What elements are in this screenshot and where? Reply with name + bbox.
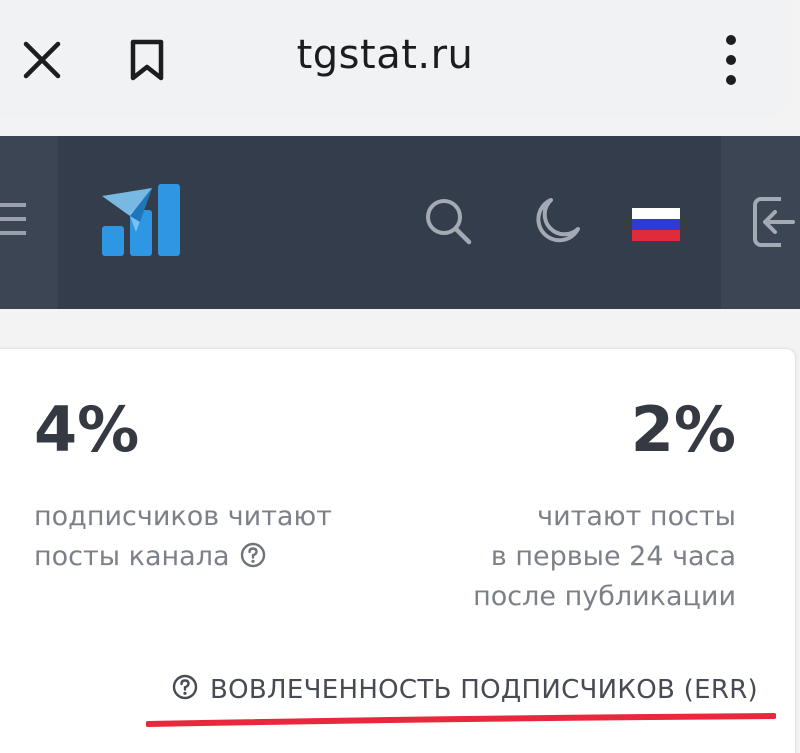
first-day-read-description: читают посты в первые 24 часа после публ… [376,497,736,617]
red-underline-annotation [146,713,776,727]
help-icon[interactable] [240,542,266,568]
search-icon[interactable] [424,197,472,245]
url-text[interactable]: tgstat.ru [260,32,510,78]
subscribers-read-percent: 4% [34,393,140,466]
help-icon[interactable] [172,674,198,700]
desc-right-line2: в первые 24 часа [490,541,736,572]
bookmark-icon[interactable] [127,38,167,82]
tgstat-logo-icon[interactable] [100,182,182,258]
desc-right-line1: читают посты [537,501,736,532]
subscribers-read-description: подписчиков читают посты канала [34,497,374,577]
login-icon [753,196,800,248]
hamburger-icon [0,203,26,235]
hamburger-button[interactable] [0,136,58,309]
moon-icon[interactable] [529,197,581,245]
russia-flag-icon[interactable] [632,208,680,241]
desc-left-line1: подписчиков читают [34,501,332,532]
login-button[interactable] [721,136,800,309]
first-day-read-percent: 2% [630,393,736,466]
close-icon[interactable] [22,40,62,80]
desc-right-line3: после публикации [473,581,736,612]
desc-left-line2-row: посты канала [34,537,374,577]
err-label-row[interactable]: ВОВЛЕЧЕННОСТЬ ПОДПИСЧИКОВ (ERR) [172,674,758,705]
page: tgstat.ru 4% 2% подписчиков читают посты… [0,0,800,753]
desc-left-line2: посты канала [34,541,230,572]
more-vert-icon[interactable] [716,32,746,88]
err-label: ВОВЛЕЧЕННОСТЬ ПОДПИСЧИКОВ (ERR) [210,675,758,705]
browser-toolbar: tgstat.ru [0,0,790,117]
